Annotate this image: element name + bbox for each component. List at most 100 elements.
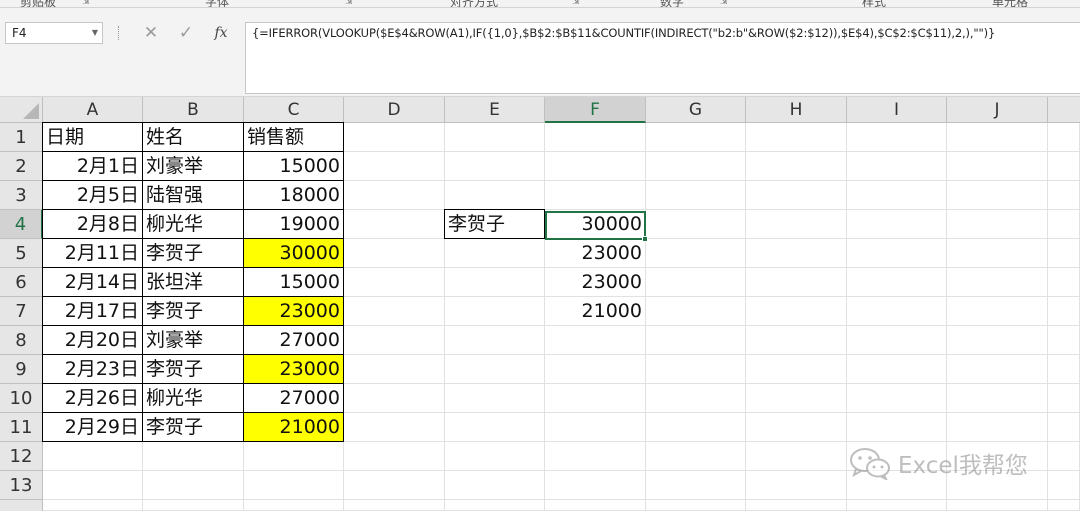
cell-date[interactable]: 2月23日	[42, 354, 143, 384]
row-header-7[interactable]: 7	[0, 297, 43, 326]
grid-cell[interactable]	[43, 500, 143, 511]
grid-cell[interactable]	[947, 297, 1048, 326]
column-header-c[interactable]: C	[244, 97, 344, 123]
grid-cell[interactable]	[344, 181, 445, 210]
grid-cell[interactable]	[646, 297, 746, 326]
grid-cell[interactable]	[1048, 239, 1080, 268]
grid-cell[interactable]	[545, 326, 646, 355]
grid-cell[interactable]	[746, 181, 847, 210]
grid-cell[interactable]	[545, 413, 646, 442]
grid-cell[interactable]	[746, 413, 847, 442]
grid-cell[interactable]	[445, 471, 545, 500]
cell-name[interactable]: 陆智强	[142, 180, 244, 210]
cell-sales[interactable]: 30000	[243, 238, 344, 268]
grid-cell[interactable]	[646, 268, 746, 297]
row-header-10[interactable]: 10	[0, 384, 43, 413]
row-header-14[interactable]	[0, 500, 43, 511]
grid-cell[interactable]	[1048, 500, 1080, 511]
grid-cell[interactable]	[847, 239, 947, 268]
cell-name[interactable]: 李贺子	[142, 354, 244, 384]
grid-cell[interactable]	[344, 413, 445, 442]
grid-cell[interactable]	[1048, 326, 1080, 355]
grid-cell[interactable]	[545, 181, 646, 210]
cell-date[interactable]: 2月26日	[42, 383, 143, 413]
cell-sales[interactable]: 23000	[243, 354, 344, 384]
row-header-4[interactable]: 4	[0, 210, 43, 239]
cell-sales[interactable]: 18000	[243, 180, 344, 210]
cell-name[interactable]: 张坦洋	[142, 267, 244, 297]
column-header-i[interactable]: I	[847, 97, 947, 123]
grid-cell[interactable]	[646, 413, 746, 442]
grid-cell[interactable]	[746, 239, 847, 268]
row-header-3[interactable]: 3	[0, 181, 43, 210]
grid-cell[interactable]	[947, 268, 1048, 297]
grid-cell[interactable]	[646, 442, 746, 471]
formula-input[interactable]: {=IFERROR(VLOOKUP($E$4&ROW(A1),IF({1,0},…	[245, 22, 1080, 94]
grid-cell[interactable]	[445, 326, 545, 355]
grid-cell[interactable]	[646, 355, 746, 384]
column-header-d[interactable]: D	[344, 97, 445, 123]
column-header-b[interactable]: B	[143, 97, 244, 123]
enter-icon[interactable]: ✓	[171, 22, 201, 44]
grid-cell[interactable]	[43, 471, 143, 500]
grid-cell[interactable]	[947, 413, 1048, 442]
grid-cell[interactable]	[344, 355, 445, 384]
grid-cell[interactable]	[847, 500, 947, 511]
grid-cell[interactable]	[646, 326, 746, 355]
grid-cell[interactable]	[545, 471, 646, 500]
cell-sales[interactable]: 19000	[243, 209, 344, 239]
row-header-11[interactable]: 11	[0, 413, 43, 442]
column-header-j[interactable]: J	[947, 97, 1048, 123]
grid-cell[interactable]	[1048, 181, 1080, 210]
cell-name[interactable]: 柳光华	[142, 383, 244, 413]
grid-cell[interactable]	[344, 239, 445, 268]
cell-a1-date-header[interactable]: 日期	[42, 122, 143, 152]
cell-date[interactable]: 2月17日	[42, 296, 143, 326]
grid-cell[interactable]	[445, 355, 545, 384]
row-header-13[interactable]: 13	[0, 471, 43, 500]
grid-cell[interactable]	[545, 442, 646, 471]
insert-function-button[interactable]: fx	[206, 22, 236, 44]
grid-cell[interactable]	[847, 326, 947, 355]
cell-sales[interactable]: 15000	[243, 267, 344, 297]
grid-cell[interactable]	[947, 384, 1048, 413]
grid-cell[interactable]	[445, 297, 545, 326]
grid-cell[interactable]	[746, 210, 847, 239]
grid-cell[interactable]	[947, 181, 1048, 210]
cancel-icon[interactable]: ✕	[136, 22, 166, 44]
cell-name[interactable]: 李贺子	[142, 238, 244, 268]
grid-cell[interactable]	[847, 181, 947, 210]
select-all-button[interactable]	[0, 97, 43, 123]
formula-bar-grip[interactable]	[118, 26, 120, 40]
column-header-h[interactable]: H	[746, 97, 847, 123]
grid-cell[interactable]	[344, 500, 445, 511]
grid-cell[interactable]	[646, 500, 746, 511]
grid-cell[interactable]	[143, 442, 244, 471]
grid-cell[interactable]	[847, 268, 947, 297]
row-header-8[interactable]: 8	[0, 326, 43, 355]
grid-cell[interactable]	[445, 500, 545, 511]
cell-f6-result[interactable]: 23000	[545, 268, 646, 297]
grid-cell[interactable]	[1048, 471, 1080, 500]
column-header-a[interactable]: A	[43, 97, 143, 123]
row-header-12[interactable]: 12	[0, 442, 43, 471]
grid-cell[interactable]	[847, 384, 947, 413]
grid-cell[interactable]	[1048, 297, 1080, 326]
grid-cell[interactable]	[344, 210, 445, 239]
grid-cell[interactable]	[746, 152, 847, 181]
grid-cell[interactable]	[545, 355, 646, 384]
grid-cell[interactable]	[344, 326, 445, 355]
grid-cell[interactable]	[847, 413, 947, 442]
grid-cell[interactable]	[344, 123, 445, 152]
row-header-6[interactable]: 6	[0, 268, 43, 297]
grid-cell[interactable]	[746, 268, 847, 297]
grid-cell[interactable]	[947, 239, 1048, 268]
grid-cell[interactable]	[344, 268, 445, 297]
grid-cell[interactable]	[847, 297, 947, 326]
grid-cell[interactable]	[746, 355, 847, 384]
cell-f4-result[interactable]: 30000	[545, 210, 646, 239]
grid-cell[interactable]	[847, 355, 947, 384]
grid-cell[interactable]	[646, 471, 746, 500]
grid-cell[interactable]	[43, 442, 143, 471]
column-header-f[interactable]: F	[545, 97, 646, 123]
